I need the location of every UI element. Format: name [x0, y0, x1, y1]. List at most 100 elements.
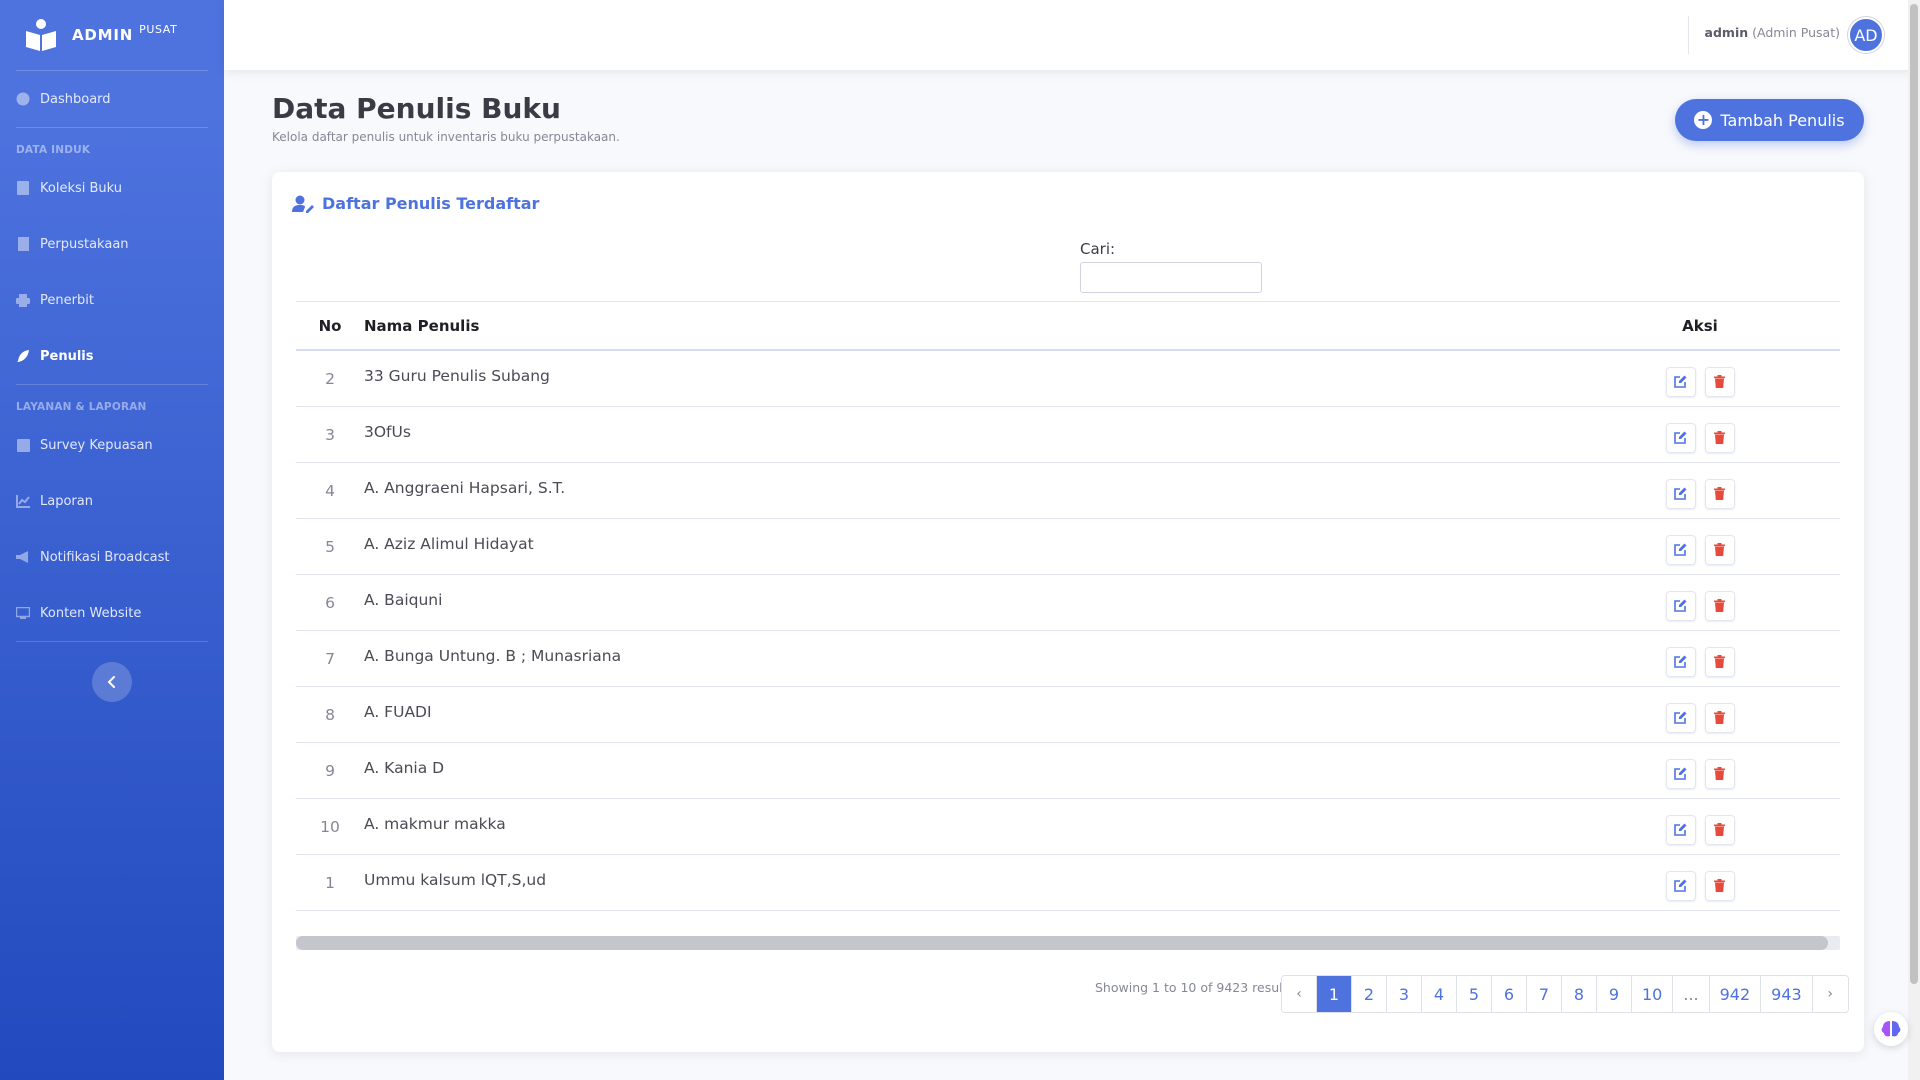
author-name: A. Baiquni [364, 590, 443, 609]
table-row: 7 A. Bunga Untung. B ; Munasriana [296, 631, 1840, 687]
brand[interactable]: ADMIN PUSAT [0, 0, 224, 70]
delete-button[interactable] [1704, 590, 1735, 621]
chart-line-icon [16, 494, 30, 508]
trash-icon [1714, 711, 1725, 724]
table-row: 2 33 Guru Penulis Subang [296, 351, 1840, 407]
edit-button[interactable] [1665, 814, 1696, 845]
author-name: A. Aziz Alimul Hidayat [364, 534, 534, 553]
edit-button[interactable] [1665, 590, 1696, 621]
sidebar-item-dashboard[interactable]: Dashboard [0, 71, 224, 127]
column-header-no[interactable]: No [296, 317, 364, 335]
page-button-4[interactable]: 4 [1422, 976, 1457, 1012]
sidebar-item-survey-kepuasan[interactable]: Survey Kepuasan [0, 417, 224, 473]
topbar-divider [1688, 16, 1689, 54]
edit-button[interactable] [1665, 534, 1696, 565]
scrollbar-thumb[interactable] [296, 936, 1828, 950]
building-icon [16, 237, 30, 251]
scrollbar-thumb[interactable] [1910, 4, 1918, 984]
delete-button[interactable] [1704, 870, 1735, 901]
trash-icon [1714, 431, 1725, 444]
page-next-button[interactable]: › [1812, 976, 1848, 1012]
authors-card: Daftar Penulis Terdaftar Cari: No Nama P… [272, 172, 1864, 1052]
trash-icon [1714, 487, 1725, 500]
avatar[interactable]: AD [1848, 17, 1884, 53]
page-button-10[interactable]: 10 [1632, 976, 1674, 1012]
author-name: A. Kania D [364, 758, 445, 777]
sidebar-item-label: Laporan [40, 493, 93, 509]
row-number: 1 [325, 873, 335, 892]
sidebar-item-label: Notifikasi Broadcast [40, 549, 170, 565]
author-name: Ummu kalsum lQT,S,ud [364, 870, 547, 889]
row-actions [1560, 590, 1840, 621]
edit-icon [1674, 487, 1687, 500]
page-button-9[interactable]: 9 [1597, 976, 1632, 1012]
feather-icon [16, 349, 30, 363]
page-button-7[interactable]: 7 [1527, 976, 1562, 1012]
assistant-button[interactable] [1874, 1012, 1908, 1046]
add-author-button[interactable]: + Tambah Penulis [1675, 99, 1864, 141]
row-actions [1560, 478, 1840, 509]
edit-button[interactable] [1665, 646, 1696, 677]
sidebar-heading: LAYANAN & LAPORAN [16, 401, 147, 413]
row-actions [1560, 814, 1840, 845]
edit-button[interactable] [1665, 478, 1696, 509]
page-title: Data Penulis Buku [272, 92, 561, 125]
sidebar-item-konten-website[interactable]: Konten Website [0, 585, 224, 641]
sidebar-item-koleksi-buku[interactable]: Koleksi Buku [0, 160, 224, 216]
results-summary: Showing 1 to 10 of 9423 results [1095, 980, 1295, 995]
poll-icon [16, 438, 30, 452]
user-menu[interactable]: admin (Admin Pusat) [1705, 25, 1840, 40]
row-actions [1560, 870, 1840, 901]
delete-button[interactable] [1704, 814, 1735, 845]
edit-button[interactable] [1665, 702, 1696, 733]
trash-icon [1714, 543, 1725, 556]
sidebar-item-perpustakaan[interactable]: Perpustakaan [0, 216, 224, 272]
delete-button[interactable] [1704, 366, 1735, 397]
search-input[interactable] [1080, 262, 1262, 293]
delete-button[interactable] [1704, 758, 1735, 789]
sidebar-item-label: Survey Kepuasan [40, 437, 153, 453]
row-actions [1560, 366, 1840, 397]
brain-icon [1881, 1021, 1901, 1037]
delete-button[interactable] [1704, 646, 1735, 677]
page-button-8[interactable]: 8 [1562, 976, 1597, 1012]
sidebar: ADMIN PUSAT Dashboard DATA INDUK Koleksi… [0, 0, 224, 1080]
sidebar-item-penerbit[interactable]: Penerbit [0, 272, 224, 328]
brand-subtitle: PUSAT [139, 22, 178, 36]
edit-button[interactable] [1665, 758, 1696, 789]
row-number: 8 [325, 705, 335, 724]
trash-icon [1714, 599, 1725, 612]
pagination: ‹ 1 2 3 4 5 6 7 8 9 10 ... 942 943 › [1281, 975, 1849, 1013]
edit-button[interactable] [1665, 870, 1696, 901]
sidebar-item-label: Penerbit [40, 292, 94, 308]
author-name: A. Anggraeni Hapsari, S.T. [364, 478, 566, 497]
delete-button[interactable] [1704, 478, 1735, 509]
column-header-name[interactable]: Nama Penulis [364, 317, 1560, 335]
page-button-3[interactable]: 3 [1387, 976, 1422, 1012]
delete-button[interactable] [1704, 422, 1735, 453]
edit-button[interactable] [1665, 366, 1696, 397]
edit-icon [1674, 599, 1687, 612]
page-button-942[interactable]: 942 [1709, 976, 1762, 1012]
row-number: 4 [325, 481, 335, 500]
page-ellipsis: ... [1673, 976, 1710, 1012]
page-button-1[interactable]: 1 [1317, 976, 1352, 1012]
sidebar-toggle-button[interactable] [92, 662, 132, 702]
delete-button[interactable] [1704, 534, 1735, 565]
page-button-2[interactable]: 2 [1352, 976, 1387, 1012]
edit-icon [1674, 375, 1687, 388]
page-button-6[interactable]: 6 [1492, 976, 1527, 1012]
sidebar-item-laporan[interactable]: Laporan [0, 473, 224, 529]
trash-icon [1714, 767, 1725, 780]
page-prev-button[interactable]: ‹ [1282, 976, 1317, 1012]
vertical-scrollbar[interactable] [1908, 0, 1920, 1080]
sidebar-item-penulis[interactable]: Penulis [0, 328, 224, 384]
delete-button[interactable] [1704, 702, 1735, 733]
horizontal-scrollbar[interactable] [296, 936, 1840, 950]
page-button-943[interactable]: 943 [1761, 976, 1813, 1012]
page-button-5[interactable]: 5 [1457, 976, 1492, 1012]
row-number: 6 [325, 593, 335, 612]
sidebar-item-label: Konten Website [40, 605, 142, 621]
edit-button[interactable] [1665, 422, 1696, 453]
sidebar-item-notifikasi-broadcast[interactable]: Notifikasi Broadcast [0, 529, 224, 585]
